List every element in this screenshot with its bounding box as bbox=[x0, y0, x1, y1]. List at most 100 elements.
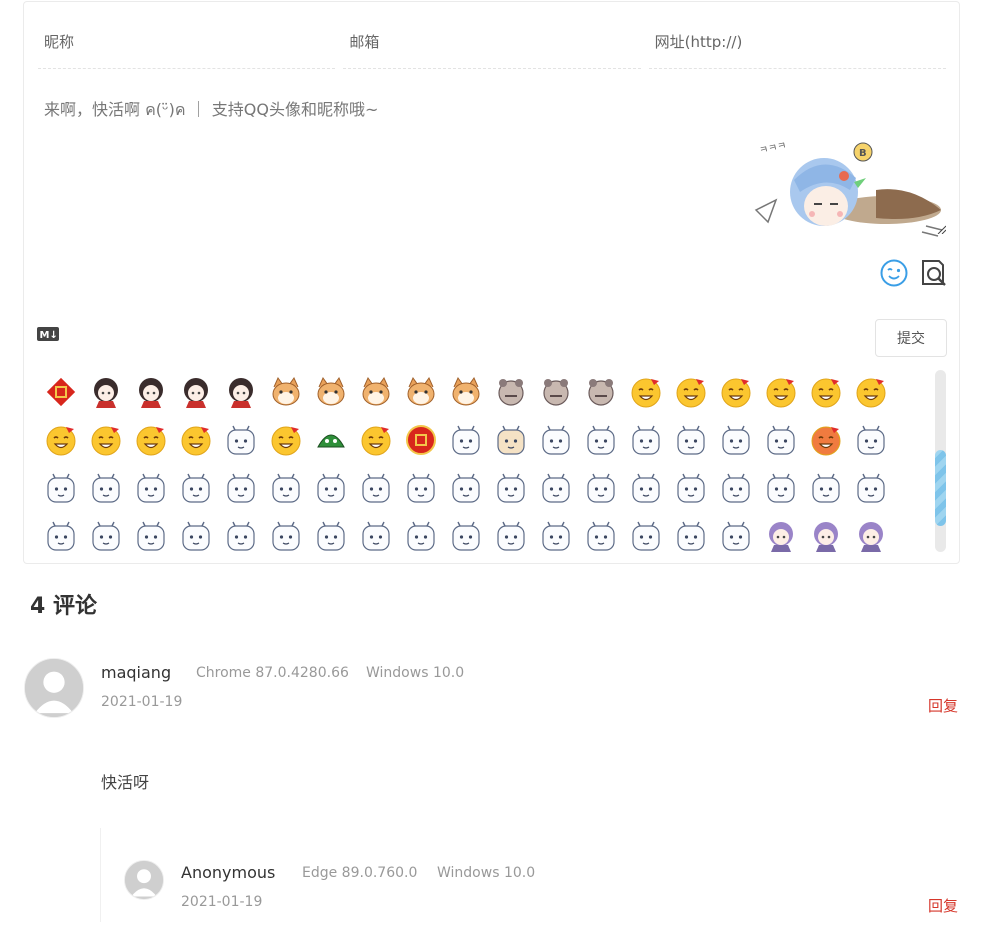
white-sticker-icon bbox=[811, 473, 840, 503]
reply-thread-line bbox=[100, 828, 101, 922]
emoji-item[interactable] bbox=[443, 416, 488, 464]
emoji-item[interactable] bbox=[398, 416, 443, 464]
girl-sticker-icon bbox=[228, 378, 253, 408]
emoji-item[interactable] bbox=[623, 416, 668, 464]
emoji-item[interactable] bbox=[83, 416, 128, 464]
emoji-scrollbar-thumb[interactable] bbox=[935, 450, 946, 526]
submit-button[interactable]: 提交 bbox=[875, 319, 947, 357]
emoji-item[interactable] bbox=[38, 368, 83, 416]
emoji-item[interactable] bbox=[443, 512, 488, 556]
emoji-item[interactable] bbox=[83, 464, 128, 512]
white-sticker-icon bbox=[91, 521, 120, 551]
website-input[interactable] bbox=[648, 16, 946, 69]
emoji-item[interactable] bbox=[848, 512, 893, 556]
yellow-sticker-icon bbox=[181, 426, 210, 456]
emoji-item[interactable] bbox=[173, 368, 218, 416]
emoji-item[interactable] bbox=[353, 512, 398, 556]
emoji-item[interactable] bbox=[578, 464, 623, 512]
emoji-item[interactable] bbox=[218, 416, 263, 464]
emoji-item[interactable] bbox=[533, 512, 578, 556]
comment-browser: Chrome 87.0.4280.66 bbox=[196, 665, 349, 681]
girl-sticker-icon bbox=[183, 378, 208, 408]
emoji-item[interactable] bbox=[38, 416, 83, 464]
emoji-item[interactable] bbox=[398, 368, 443, 416]
emoji-item[interactable] bbox=[758, 416, 803, 464]
emoji-item[interactable] bbox=[848, 464, 893, 512]
emoji-item[interactable] bbox=[803, 512, 848, 556]
nickname-input[interactable] bbox=[38, 16, 336, 69]
emoji-item[interactable] bbox=[623, 464, 668, 512]
green-sticker-icon bbox=[316, 434, 345, 448]
reply-link[interactable]: 回复 bbox=[928, 895, 958, 916]
emoji-item[interactable] bbox=[758, 464, 803, 512]
shiba-sticker-icon bbox=[317, 376, 344, 406]
emoji-item[interactable] bbox=[623, 512, 668, 556]
emoji-item[interactable] bbox=[173, 464, 218, 512]
emoji-item[interactable] bbox=[38, 464, 83, 512]
emoji-item[interactable] bbox=[488, 464, 533, 512]
markdown-icon: M↓ bbox=[37, 327, 59, 341]
emoji-item[interactable] bbox=[308, 368, 353, 416]
emoji-item[interactable] bbox=[623, 368, 668, 416]
white-sticker-icon bbox=[631, 425, 660, 455]
emoji-item[interactable] bbox=[713, 512, 758, 556]
gray-sticker-icon bbox=[497, 379, 524, 406]
emoji-item[interactable] bbox=[353, 368, 398, 416]
emoji-item[interactable] bbox=[218, 368, 263, 416]
emoji-item[interactable] bbox=[578, 512, 623, 556]
emoji-item[interactable] bbox=[218, 512, 263, 556]
emoji-item[interactable] bbox=[578, 416, 623, 464]
resize-grip-icon[interactable] bbox=[936, 224, 946, 234]
emoji-item[interactable] bbox=[353, 464, 398, 512]
emoji-item[interactable] bbox=[128, 464, 173, 512]
emoji-item[interactable] bbox=[83, 368, 128, 416]
emoji-toggle-icon[interactable] bbox=[879, 258, 909, 288]
emoji-item[interactable] bbox=[533, 416, 578, 464]
emoji-item[interactable] bbox=[668, 464, 713, 512]
emoji-item[interactable] bbox=[353, 416, 398, 464]
emoji-item[interactable] bbox=[713, 416, 758, 464]
email-input[interactable] bbox=[343, 16, 641, 69]
emoji-item[interactable] bbox=[128, 512, 173, 556]
white-sticker-icon bbox=[136, 521, 165, 551]
emoji-item[interactable] bbox=[713, 464, 758, 512]
emoji-item[interactable] bbox=[803, 368, 848, 416]
emoji-item[interactable] bbox=[803, 416, 848, 464]
emoji-item[interactable] bbox=[263, 464, 308, 512]
emoji-item[interactable] bbox=[488, 368, 533, 416]
emoji-item[interactable] bbox=[308, 512, 353, 556]
emoji-item[interactable] bbox=[668, 416, 713, 464]
emoji-item[interactable] bbox=[758, 512, 803, 556]
emoji-item[interactable] bbox=[488, 416, 533, 464]
emoji-item[interactable] bbox=[263, 368, 308, 416]
emoji-item[interactable] bbox=[398, 512, 443, 556]
emoji-item[interactable] bbox=[668, 368, 713, 416]
emoji-item[interactable] bbox=[488, 512, 533, 556]
emoji-item[interactable] bbox=[578, 368, 623, 416]
emoji-item[interactable] bbox=[848, 368, 893, 416]
emoji-item[interactable] bbox=[668, 512, 713, 556]
emoji-item[interactable] bbox=[128, 368, 173, 416]
emoji-scrollbar[interactable] bbox=[935, 370, 946, 552]
emoji-item[interactable] bbox=[848, 416, 893, 464]
preview-icon[interactable] bbox=[917, 257, 949, 289]
emoji-item[interactable] bbox=[398, 464, 443, 512]
emoji-item[interactable] bbox=[83, 512, 128, 556]
emoji-item[interactable] bbox=[443, 464, 488, 512]
emoji-item[interactable] bbox=[173, 416, 218, 464]
emoji-item[interactable] bbox=[803, 464, 848, 512]
emoji-item[interactable] bbox=[218, 464, 263, 512]
emoji-item[interactable] bbox=[533, 368, 578, 416]
emoji-item[interactable] bbox=[263, 512, 308, 556]
emoji-item[interactable] bbox=[758, 368, 803, 416]
emoji-item[interactable] bbox=[308, 464, 353, 512]
emoji-item[interactable] bbox=[128, 416, 173, 464]
emoji-item[interactable] bbox=[38, 512, 83, 556]
emoji-item[interactable] bbox=[263, 416, 308, 464]
emoji-item[interactable] bbox=[308, 416, 353, 464]
reply-link[interactable]: 回复 bbox=[928, 695, 958, 716]
emoji-item[interactable] bbox=[443, 368, 488, 416]
emoji-item[interactable] bbox=[533, 464, 578, 512]
emoji-item[interactable] bbox=[173, 512, 218, 556]
emoji-item[interactable] bbox=[713, 368, 758, 416]
